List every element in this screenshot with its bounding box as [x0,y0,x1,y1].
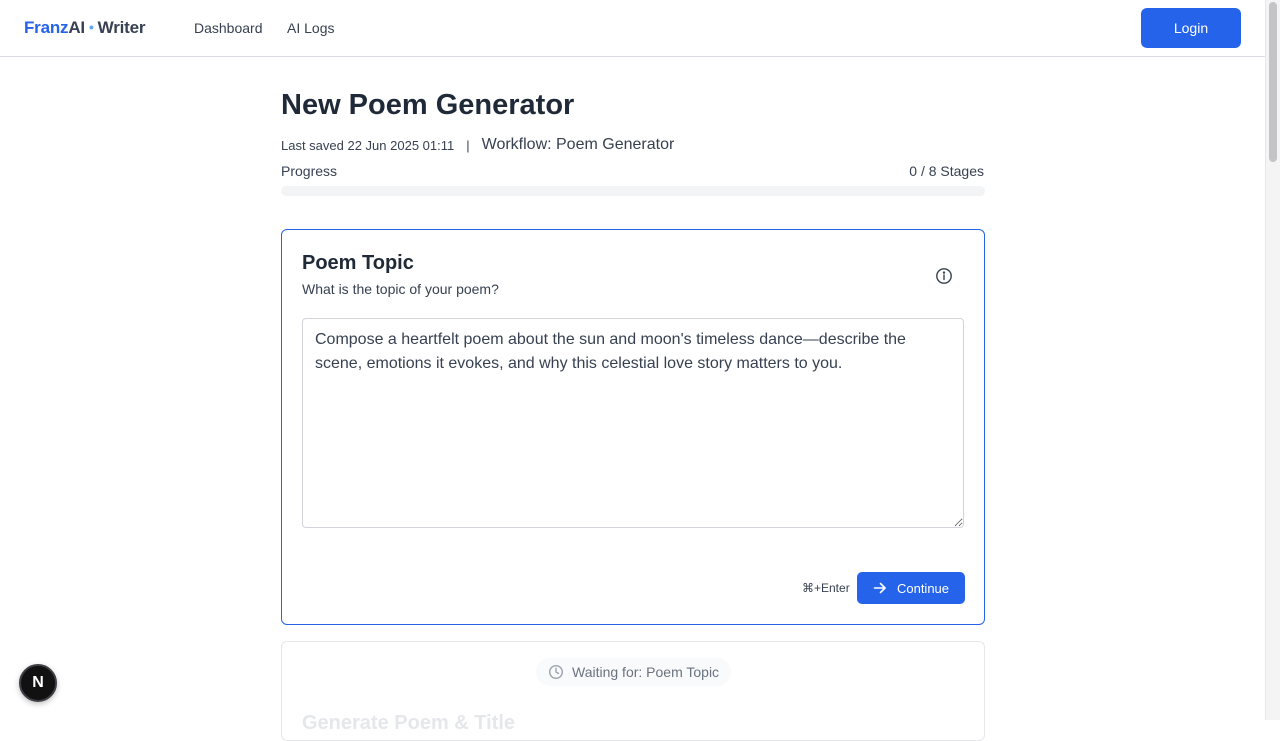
brand-part-writer: Writer [97,18,146,37]
meta-separator: | [466,137,470,153]
stage-subtitle: What is the topic of your poem? [302,281,499,297]
progress-bar [281,186,985,196]
brand-logo[interactable]: FranzAI • Writer [24,18,145,38]
clock-icon [548,664,564,680]
page-scrollbar[interactable] [1265,0,1280,720]
login-button[interactable]: Login [1141,8,1241,48]
stage-card-poem-topic: Poem Topic What is the topic of your poe… [281,229,985,625]
continue-button[interactable]: Continue [857,572,965,604]
brand-separator-dot: • [88,19,94,35]
stage-card-next: Waiting for: Poem Topic Generate Poem & … [281,641,985,741]
next-stage-title: Generate Poem & Title [302,712,516,734]
nav-link-ai-logs[interactable]: AI Logs [287,20,334,36]
waiting-status-badge: Waiting for: Poem Topic [536,658,732,686]
progress-label: Progress [281,163,338,179]
brand-part-ai: AI [68,18,85,37]
top-navigation-bar: FranzAI • Writer Dashboard AI Logs Login [0,0,1265,57]
last-saved-text: Last saved 22 Jun 2025 01:11 [281,137,455,153]
workflow-name: Workflow: Poem Generator [481,136,675,153]
keyboard-shortcut-hint: ⌘+Enter [802,581,850,595]
arrow-right-icon [873,582,886,594]
continue-button-label: Continue [896,580,950,596]
poem-topic-input[interactable]: Compose a heartfelt poem about the sun a… [302,318,964,528]
scrollbar-thumb[interactable] [1269,2,1277,162]
progress-count: 0 / 8 Stages [909,163,984,179]
waiting-status-text: Waiting for: Poem Topic [572,664,720,680]
info-icon[interactable] [935,267,953,285]
nextjs-dev-badge[interactable]: N [19,664,57,702]
nav-link-dashboard[interactable]: Dashboard [194,20,263,36]
page-title: New Poem Generator [281,89,575,121]
stage-title: Poem Topic [302,252,414,274]
brand-part-franz: Franz [24,18,69,37]
document-meta: Last saved 22 Jun 2025 01:11 | Workflow:… [281,136,674,154]
